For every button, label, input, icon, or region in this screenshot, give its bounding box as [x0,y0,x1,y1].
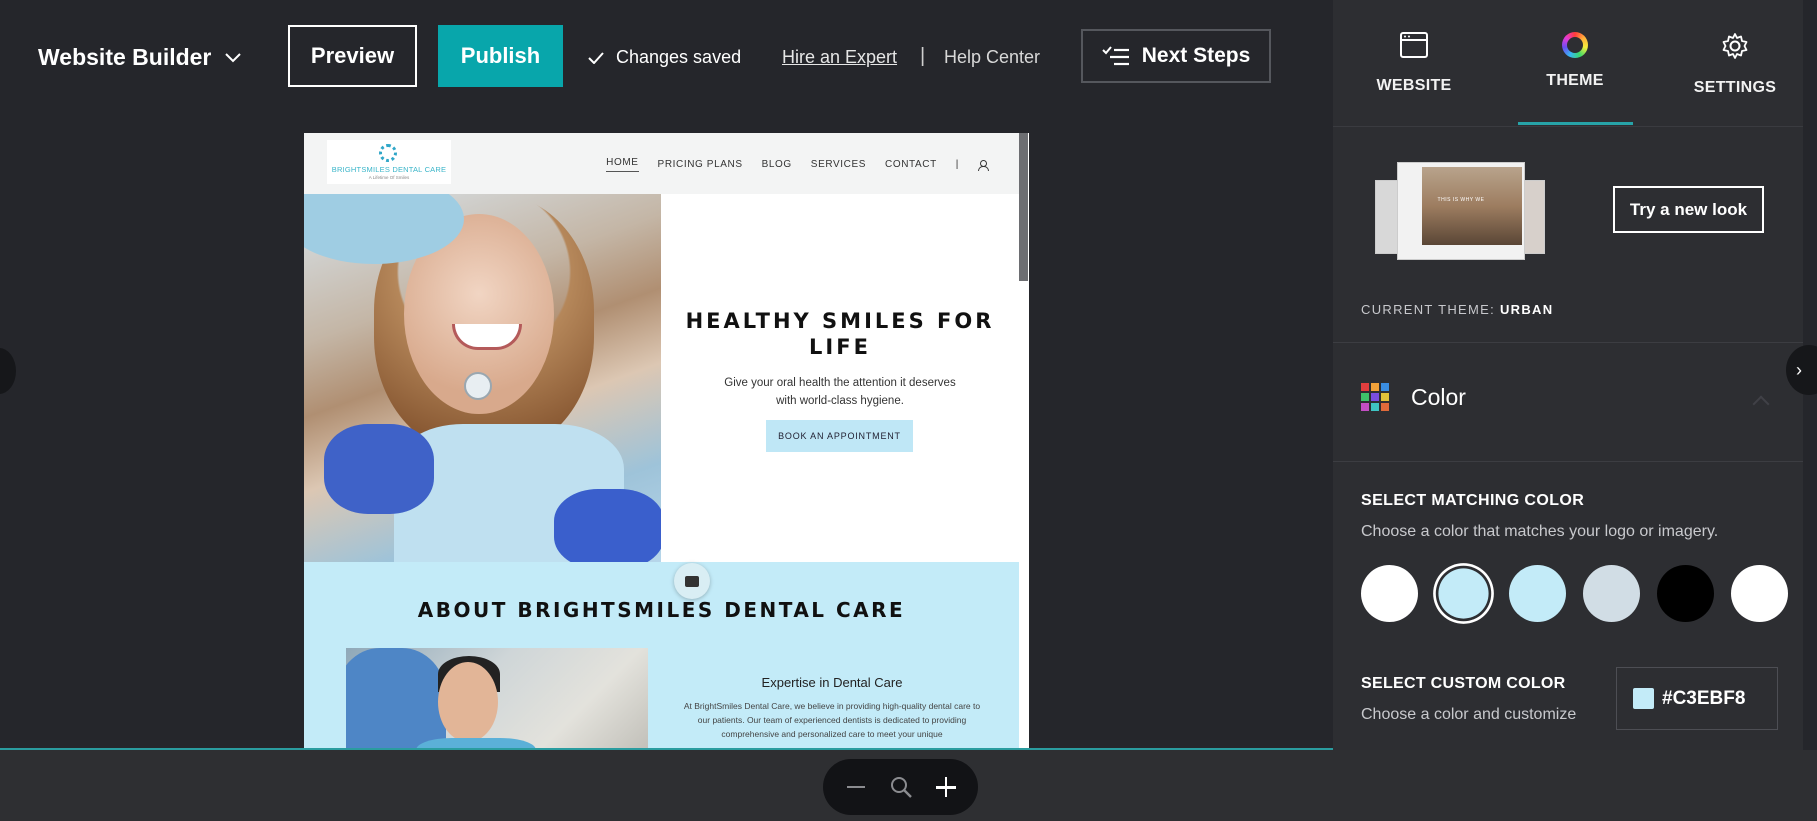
chevron-down-icon [225,52,242,62]
collapse-left-handle[interactable] [0,348,16,394]
color-swatches [1361,565,1788,622]
custom-color-desc: Choose a color and customize [1361,706,1577,723]
palette-icon [1361,383,1389,411]
site-logo[interactable]: BRIGHTSMILES DENTAL CARE A Lifetime Of S… [327,140,451,184]
current-theme: CURRENT THEME: URBAN [1361,302,1553,317]
about-title: ABOUT BRIGHTSMILES DENTAL CARE [417,598,906,622]
site-nav-blog[interactable]: BLOG [762,159,792,170]
preview-scrollbar[interactable] [1019,133,1028,281]
minus-icon [846,786,865,788]
hire-expert-link[interactable]: Hire an Expert [782,47,897,68]
tab-theme-label: THEME [1546,72,1604,89]
about-body: At BrightSmiles Dental Care, we believe … [683,701,981,739]
tab-settings[interactable]: SETTINGS [1660,32,1810,97]
site-header: BRIGHTSMILES DENTAL CARE A Lifetime Of S… [304,133,1019,194]
site-nav-home[interactable]: HOME [606,157,639,172]
design-panel: WEBSITE THEME SETTINGS THIS IS WHY WE Tr… [1333,0,1803,750]
save-status: Changes saved [588,47,741,68]
color-swatch[interactable] [1361,565,1418,622]
hero-subtitle: Give your oral health the attention it d… [724,377,956,407]
color-swatch[interactable] [1657,565,1714,622]
about-section: ABOUT BRIGHTSMILES DENTAL CARE Expertise… [304,562,1019,749]
theme-thumbnail-stack[interactable]: THIS IS WHY WE [1375,162,1545,260]
theme-preview-text: THIS IS WHY WE [1437,197,1485,203]
zoom-controls [823,759,978,815]
app-name: Website Builder [38,44,212,70]
current-theme-label: CURRENT THEME: [1361,302,1496,317]
save-status-text: Changes saved [616,47,742,67]
custom-color-picker[interactable]: #C3EBF8 [1616,667,1778,730]
gear-icon [1722,33,1748,59]
logo-name: BRIGHTSMILES DENTAL CARE [331,165,447,174]
link-separator: | [920,45,926,67]
color-swatch[interactable] [1583,565,1640,622]
preview-button[interactable]: Preview [288,25,417,87]
section-divider [1333,342,1803,343]
help-center-link[interactable]: Help Center [944,47,1040,68]
color-section-header[interactable]: Color [1361,383,1466,411]
browser-window-icon [1400,32,1428,58]
select-matching-title: SELECT MATCHING COLOR [1361,492,1585,509]
color-ring-icon [1562,32,1588,58]
hero-section: HEALTHY SMILES FOR LIFE Give your oral h… [661,194,1019,562]
logo-tagline: A Lifetime Of Smiles [368,175,410,180]
about-heading: Expertise in Dental Care [761,675,903,690]
chat-icon[interactable] [674,563,710,599]
site-nav-services[interactable]: SERVICES [811,159,866,170]
plus-icon [935,777,956,797]
color-swatch[interactable] [1509,565,1566,622]
color-swatch[interactable] [1731,565,1788,622]
select-matching-desc: Choose a color that matches your logo or… [1361,523,1719,540]
checklist-icon [1102,46,1129,66]
site-preview-canvas[interactable]: BRIGHTSMILES DENTAL CARE A Lifetime Of S… [304,133,1029,749]
custom-color-value: #C3EBF8 [1662,687,1746,709]
tab-website[interactable]: WEBSITE [1339,32,1489,95]
sun-logo-icon [379,144,397,162]
section-divider [1333,461,1803,462]
color-chip [1633,688,1654,709]
next-steps-button[interactable]: Next Steps [1081,29,1271,83]
next-steps-label: Next Steps [1141,44,1251,67]
panel-tabs: WEBSITE THEME SETTINGS [1333,0,1803,127]
checkmark-icon [588,51,604,64]
try-new-look-button[interactable]: Try a new look [1613,186,1764,233]
custom-color-title: SELECT CUSTOM COLOR [1361,675,1566,692]
site-nav-menu: HOME PRICING PLANS BLOG SERVICES CONTACT… [606,157,989,172]
color-section-title: Color [1411,383,1466,410]
magnifier-icon [890,777,912,798]
book-appointment-button[interactable]: BOOK AN APPOINTMENT [766,420,913,452]
tab-theme[interactable]: THEME [1500,32,1650,90]
top-toolbar: Website Builder Preview Publish Changes … [0,0,1333,115]
current-theme-name: URBAN [1499,302,1554,317]
about-image [346,648,648,749]
publish-button[interactable]: Publish [438,25,563,87]
hero-title: HEALTHY SMILES FOR LIFE [685,309,995,359]
zoom-reset-button[interactable] [883,769,919,805]
zoom-in-button[interactable] [928,769,964,805]
site-nav-divider: | [955,159,959,170]
site-nav-contact[interactable]: CONTACT [885,159,937,170]
user-account-icon[interactable] [978,159,989,171]
app-menu-dropdown[interactable]: Website Builder [38,44,242,71]
hero-image [304,194,661,562]
tab-settings-label: SETTINGS [1693,79,1777,96]
active-tab-indicator [1518,122,1633,125]
color-swatch-selected[interactable] [1438,568,1489,619]
tab-website-label: WEBSITE [1376,77,1452,94]
chevron-up-icon[interactable] [1752,395,1770,413]
zoom-out-button[interactable] [838,769,874,805]
site-nav-pricing[interactable]: PRICING PLANS [658,159,743,170]
